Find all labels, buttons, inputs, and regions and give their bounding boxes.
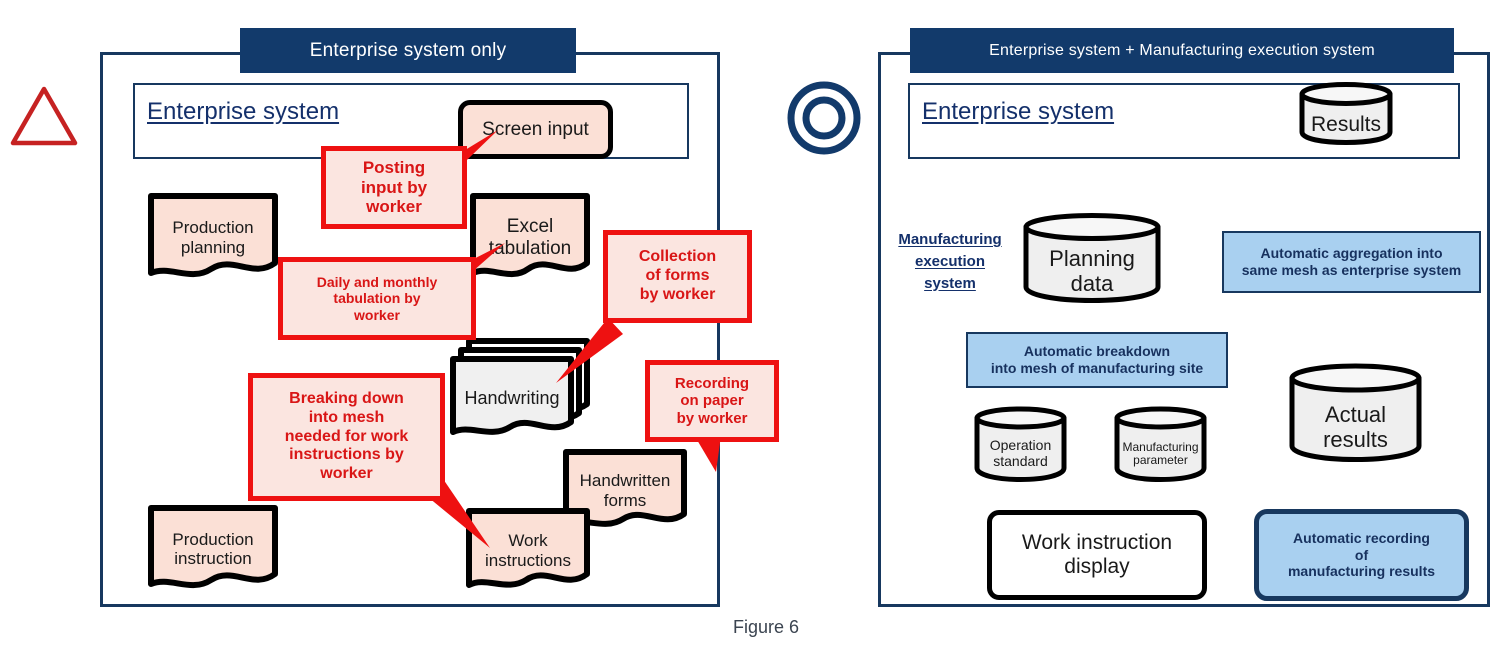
double-circle-icon [787,81,861,155]
callout-daily-tabulation: Daily and monthly tabulation by worker [278,257,476,340]
node-work-instruction-display[interactable]: Work instruction display [987,510,1207,600]
figure-canvas: Enterprise system only Enterprise system… [0,0,1499,648]
node-operation-standard[interactable]: Operation standard [973,406,1068,482]
bluebox-automatic-breakdown: Automatic breakdown into mesh of manufac… [966,332,1228,388]
bluebox-automatic-aggregation: Automatic aggregation into same mesh as … [1222,231,1481,293]
right-enterprise-system-label: Enterprise system [922,98,1115,125]
bluebox-automatic-recording-label: Automatic recording of manufacturing res… [1287,529,1436,580]
node-manufacturing-parameter[interactable]: Manufacturing parameter [1113,406,1208,482]
callout-collection-of-forms-label: Collection of forms by worker [638,248,717,303]
node-excel-tabulation[interactable]: Excel tabulation [470,193,590,282]
node-screen-input[interactable]: Screen input [458,100,613,159]
bluebox-automatic-breakdown-label: Automatic breakdown into mesh of manufac… [990,343,1204,376]
mes-system-label: Manufacturing execution system [898,231,1002,292]
callout-posting-input: Posting input by worker [321,146,467,229]
left-enterprise-system-label: Enterprise system [147,98,340,125]
right-panel-title: Enterprise system + Manufacturing execut… [910,28,1454,73]
node-planning-data[interactable]: Planning data [1022,213,1162,303]
callout-breaking-down-label: Breaking down into mesh needed for work … [284,390,409,483]
callout-recording-on-paper-label: Recording on paper by worker [674,374,750,427]
bluebox-automatic-aggregation-label: Automatic aggregation into same mesh as … [1241,245,1462,278]
node-work-instructions[interactable]: Work instructions [466,508,590,593]
node-production-instruction[interactable]: Production instruction [148,505,278,593]
figure-caption: Figure 6 [733,617,800,637]
callout-posting-input-label: Posting input by worker [360,157,428,217]
node-production-planning[interactable]: Production planning [148,193,278,282]
callout-recording-on-paper: Recording on paper by worker [645,360,779,442]
callout-daily-tabulation-label: Daily and monthly tabulation by worker [316,273,438,323]
node-work-instruction-display-label: Work instruction display [1021,531,1173,578]
triangle-icon [10,86,78,146]
node-screen-input-label: Screen input [482,118,589,140]
node-results[interactable]: Results [1298,82,1394,145]
node-actual-results[interactable]: Actual results [1288,363,1423,463]
callout-breaking-down: Breaking down into mesh needed for work … [248,373,445,501]
node-handwriting[interactable]: Handwriting [450,356,574,440]
bluebox-automatic-recording: Automatic recording of manufacturing res… [1254,509,1469,601]
callout-collection-of-forms: Collection of forms by worker [603,230,752,323]
left-panel-title: Enterprise system only [240,28,576,73]
